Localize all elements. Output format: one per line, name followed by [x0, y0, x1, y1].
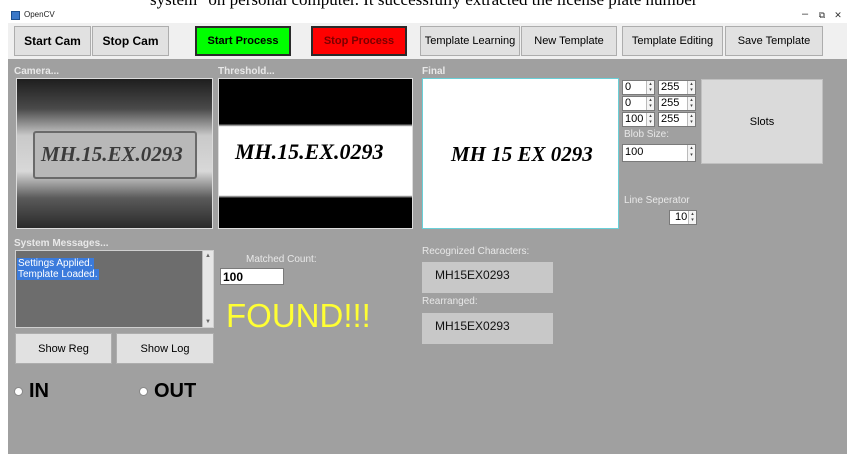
- out-radio[interactable]: OUT: [139, 380, 196, 403]
- system-messages-label: System Messages...: [14, 238, 109, 249]
- final-plate-text: MH 15 EX 0293: [451, 142, 593, 166]
- stop-process-button[interactable]: Stop Process: [311, 26, 407, 56]
- matched-count-field[interactable]: 100: [220, 268, 284, 285]
- camera-label: Camera...: [14, 66, 60, 77]
- show-reg-button[interactable]: Show Reg: [15, 333, 112, 364]
- system-messages-list[interactable]: Settings Applied. Template Loaded. ▲ ▼: [15, 250, 214, 328]
- min-spinner-3[interactable]: 100 ▴ ▾: [622, 112, 655, 127]
- slots-button[interactable]: Slots: [701, 79, 823, 164]
- found-status: FOUND!!!: [226, 297, 371, 334]
- rearranged-field[interactable]: MH15EX0293: [422, 313, 553, 344]
- document-caption-strip: system" on personal computer. It success…: [0, 0, 847, 9]
- camera-view: MH.15.EX.0293: [16, 78, 213, 229]
- message-line: Template Loaded.: [17, 269, 99, 280]
- blob-size-spinner[interactable]: 100 ▴ ▾: [622, 144, 696, 162]
- toolbar: Start Cam Stop Cam Start Process Stop Pr…: [8, 23, 847, 59]
- close-icon[interactable]: ✕: [831, 10, 845, 21]
- title-bar: OpenCV – ⧉ ✕: [8, 9, 847, 23]
- save-template-button[interactable]: Save Template: [725, 26, 823, 56]
- min-spinner-1[interactable]: 0 ▴ ▾: [622, 80, 655, 95]
- new-template-button[interactable]: New Template: [521, 26, 617, 56]
- max-spinner-1[interactable]: 255 ▴ ▾: [658, 80, 696, 95]
- recognized-characters-field[interactable]: MH15EX0293: [422, 262, 553, 293]
- in-radio[interactable]: IN: [14, 380, 49, 403]
- rearranged-label: Rearranged:: [422, 296, 478, 307]
- start-cam-button[interactable]: Start Cam: [14, 26, 91, 56]
- app-window: OpenCV – ⧉ ✕ Start Cam Stop Cam Start Pr…: [8, 9, 847, 454]
- template-editing-button[interactable]: Template Editing: [622, 26, 723, 56]
- minimize-icon[interactable]: –: [798, 9, 812, 20]
- out-radio-dot[interactable]: [139, 387, 148, 396]
- caption-text: system" on personal computer. It success…: [150, 0, 697, 9]
- window-title: OpenCV: [24, 10, 55, 19]
- camera-plate-text: MH.15.EX.0293: [41, 142, 183, 166]
- recognized-characters-label: Recognized Characters:: [422, 246, 530, 257]
- threshold-view: MH.15.EX.0293: [218, 78, 413, 229]
- start-process-button[interactable]: Start Process: [195, 26, 291, 56]
- show-log-button[interactable]: Show Log: [116, 333, 214, 364]
- in-radio-dot[interactable]: [14, 387, 23, 396]
- final-view: MH 15 EX 0293: [422, 78, 619, 229]
- in-radio-label: IN: [29, 380, 49, 402]
- final-label: Final: [422, 66, 446, 77]
- max-spinner-2[interactable]: 255 ▴ ▾: [658, 96, 696, 111]
- out-radio-label: OUT: [154, 380, 197, 402]
- restore-icon[interactable]: ⧉: [815, 10, 829, 21]
- threshold-plate-text: MH.15.EX.0293: [235, 139, 384, 164]
- line-separator-label: Line Seperator: [624, 195, 690, 206]
- threshold-label: Threshold...: [218, 66, 275, 77]
- messages-scrollbar[interactable]: ▲ ▼: [202, 251, 213, 327]
- template-learning-button[interactable]: Template Learning: [420, 26, 520, 56]
- app-icon: [11, 11, 20, 20]
- line-separator-spinner[interactable]: 10 ▴ ▾: [669, 210, 697, 225]
- blob-size-label: Blob Size:: [624, 129, 670, 140]
- stop-cam-button[interactable]: Stop Cam: [92, 26, 169, 56]
- matched-count-label: Matched Count:: [246, 254, 317, 265]
- max-spinner-3[interactable]: 255 ▴ ▾: [658, 112, 696, 127]
- min-spinner-2[interactable]: 0 ▴ ▾: [622, 96, 655, 111]
